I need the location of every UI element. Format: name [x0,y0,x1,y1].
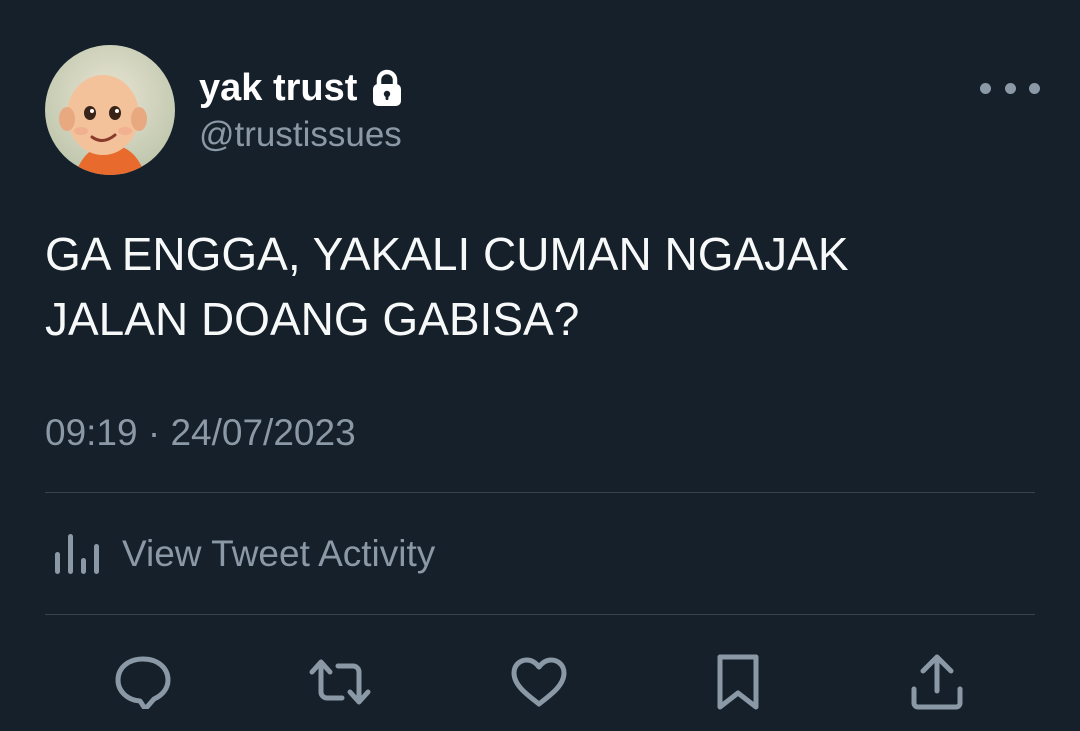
more-dot-icon [980,82,991,94]
share-button[interactable] [907,652,967,712]
tweet-timestamp[interactable]: 09:19 · 24/07/2023 [45,408,356,458]
display-name[interactable]: yak trust [199,62,357,114]
retweet-arrows-icon [308,658,372,706]
view-tweet-activity-label: View Tweet Activity [122,533,436,574]
retweet-button[interactable] [308,652,372,712]
divider [45,492,1035,493]
upload-arrow-icon [909,653,965,711]
speech-bubble-icon [114,655,172,709]
bookmark-button[interactable] [708,652,768,712]
bookmark-icon [715,653,761,711]
more-dot-icon [1004,82,1016,94]
cartoon-boy-avatar [45,45,175,175]
lock-icon [371,69,403,107]
user-handle[interactable]: @trustissues [199,112,402,158]
display-name-row[interactable]: yak trust [199,62,403,114]
reply-button[interactable] [113,652,173,712]
heart-icon [510,656,568,708]
view-tweet-activity-button[interactable]: View Tweet Activity [52,528,435,580]
more-options-button[interactable] [980,74,1040,102]
like-button[interactable] [509,652,569,712]
avatar[interactable] [45,45,175,175]
more-dot-icon [1029,82,1040,94]
divider [45,614,1035,615]
bar-chart-icon [52,528,100,581]
tweet-text: GA ENGGA, YAKALI CUMAN NGAJAK JALAN DOAN… [45,228,849,345]
